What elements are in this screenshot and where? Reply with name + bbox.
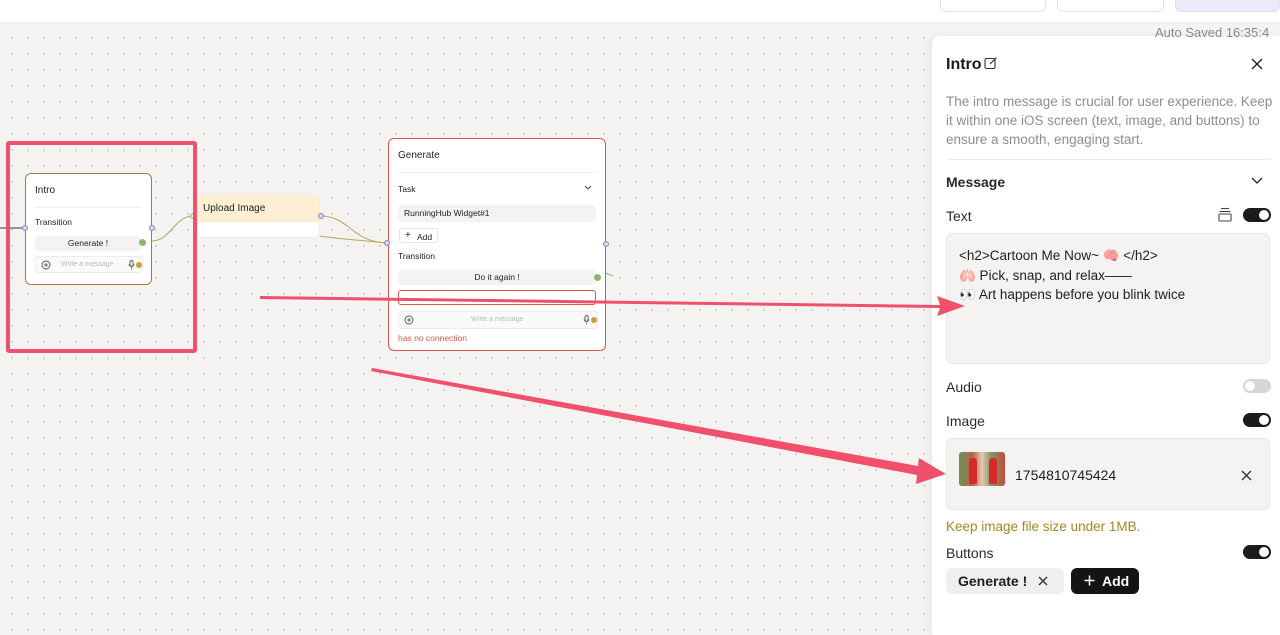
audio-label: Audio (946, 379, 982, 395)
add-label: Add (417, 232, 433, 242)
generate-transition-label: Transition (398, 251, 436, 261)
chevron-down-icon[interactable] (584, 185, 592, 191)
panel-description: The intro message is crucial for user ex… (946, 94, 1273, 147)
divider (946, 159, 1271, 160)
task-label: Task (398, 184, 416, 194)
do-it-again-button[interactable]: Do it again ! (398, 270, 596, 285)
generate-output-port[interactable] (603, 241, 609, 247)
autosave-status: Auto Saved 16:35:4 (1155, 25, 1270, 40)
generate-message-input[interactable]: Write a message (398, 311, 598, 329)
image-file-name: 1754810745424 (1015, 467, 1117, 483)
upload-image-node[interactable]: Upload Image (197, 194, 320, 238)
generate-input-port[interactable] (384, 240, 390, 246)
properties-panel: Intro The intro message is crucial for u… (931, 36, 1280, 635)
close-icon[interactable] (1038, 576, 1048, 586)
message-section-title: Message (946, 174, 1006, 190)
chevron-down-icon[interactable] (1251, 177, 1263, 185)
text-toggle[interactable] (1243, 208, 1271, 222)
divider (397, 172, 597, 173)
empty-button-slot[interactable] (398, 290, 596, 305)
toolbar-button-1[interactable] (940, 0, 1046, 12)
close-icon[interactable] (1251, 58, 1263, 70)
add-button[interactable]: Add (1071, 568, 1139, 594)
intro-text-editor[interactable]: <h2>Cartoon Me Now~ 🧠 </h2> 🫁 Pick, snap… (946, 233, 1270, 364)
text-label: Text (946, 208, 972, 224)
message-placeholder: Write a message (471, 316, 524, 323)
task-select[interactable]: RunningHub Widget#1 (398, 205, 596, 222)
button-chip[interactable]: Generate ! (946, 568, 1064, 594)
mic-icon[interactable] (583, 315, 590, 325)
image-label: Image (946, 413, 985, 429)
upload-output-port[interactable] (318, 213, 324, 219)
buttons-label: Buttons (946, 545, 994, 561)
plus-icon: + (405, 230, 411, 241)
close-icon[interactable] (1241, 470, 1252, 481)
generate-node[interactable]: Generate Task RunningHub Widget#1 + Add … (388, 138, 606, 351)
add-button-label: Add (1102, 573, 1130, 589)
generate-node-title: Generate (398, 150, 440, 161)
upload-node-title: Upload Image (203, 203, 266, 214)
error-text: has no connection (398, 333, 467, 343)
image-toggle[interactable] (1243, 413, 1271, 427)
toolbar-button-2[interactable] (1057, 0, 1164, 12)
edit-icon[interactable] (984, 56, 998, 70)
task-add-button[interactable]: + Add (399, 228, 438, 243)
audio-toggle[interactable] (1243, 379, 1271, 393)
highlight-box (6, 141, 197, 353)
image-size-note: Keep image file size under 1MB. (946, 519, 1141, 534)
output-port[interactable] (594, 274, 601, 281)
status-dot (591, 317, 597, 323)
image-thumbnail (959, 452, 1005, 486)
button-chip-label: Generate ! (958, 573, 1028, 589)
buttons-toggle[interactable] (1243, 545, 1271, 559)
toolbar-button-3[interactable] (1175, 0, 1280, 12)
image-attachment[interactable]: 1754810745424 (946, 438, 1270, 510)
plus-icon (1084, 575, 1095, 586)
plus-circle-icon (404, 315, 414, 325)
panel-title: Intro (946, 56, 982, 73)
stack-icon[interactable] (1218, 207, 1232, 222)
